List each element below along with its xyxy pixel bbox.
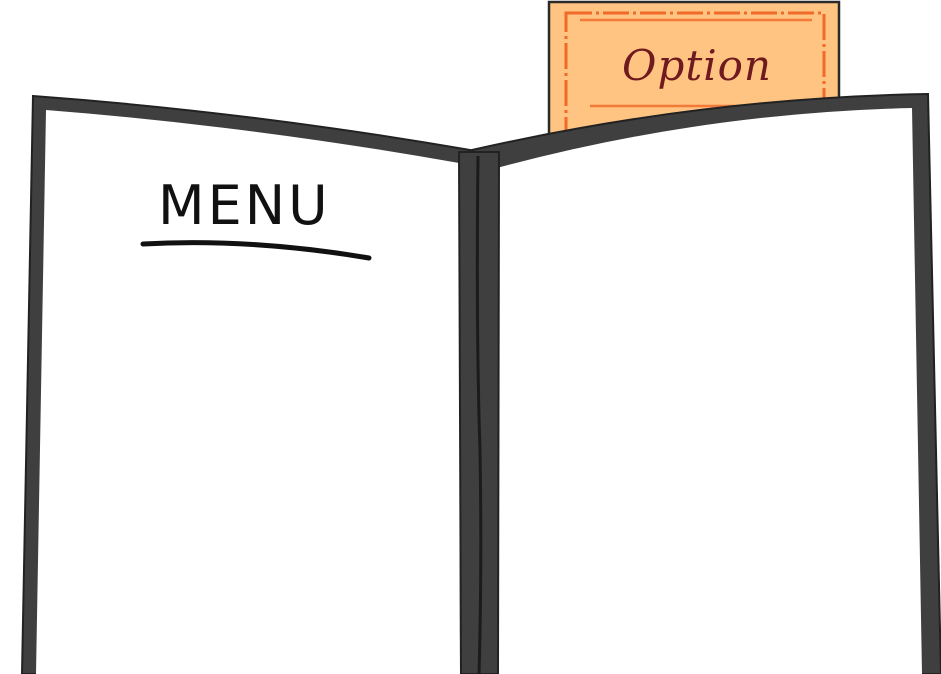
option-card-label: Option [622,41,772,90]
menu-title: MENU [158,174,331,237]
right-page-paper [497,108,922,674]
menu-right-page [471,92,941,674]
menu-illustration: Option MENU [20,0,941,674]
